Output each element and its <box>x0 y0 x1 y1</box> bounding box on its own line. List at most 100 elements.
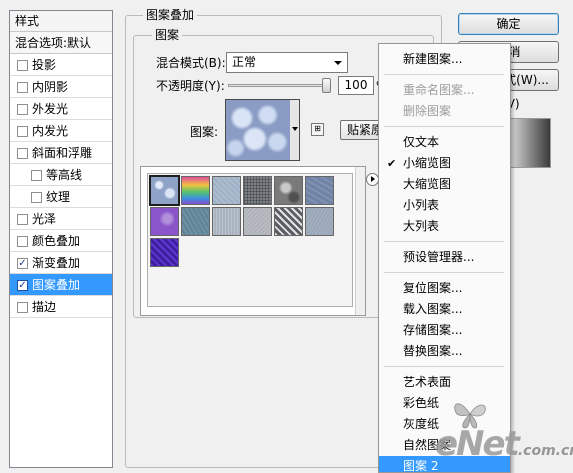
menu-separator <box>384 126 504 127</box>
style-item[interactable]: 投影 <box>10 54 112 76</box>
menu-item[interactable]: 小列表 <box>379 195 510 216</box>
watermark-small: .com.cn <box>517 443 573 459</box>
checkmark-icon: ✔ <box>387 157 397 170</box>
menu-separator <box>384 272 504 273</box>
style-item[interactable]: 纹理 <box>10 186 112 208</box>
pattern-dropdown-arrow[interactable] <box>290 99 300 161</box>
pattern-grid <box>147 173 353 307</box>
chevron-down-icon <box>334 61 342 65</box>
light-gray-texture-pattern[interactable] <box>212 207 241 236</box>
blue-bubbles-pattern[interactable] <box>149 175 180 206</box>
menu-item-label: 灰度纸 <box>403 417 440 431</box>
style-item-label: 颜色叠加 <box>32 234 81 248</box>
blue-gray-noise-pattern[interactable] <box>305 207 334 236</box>
purple-noise-pattern[interactable] <box>150 207 179 236</box>
menu-item-label: 替换图案... <box>403 344 463 358</box>
styles-header[interactable]: 样式 <box>10 11 112 32</box>
style-item-label: 光泽 <box>32 212 57 226</box>
menu-item: 重命名图案... <box>379 80 510 101</box>
teal-gray-pattern[interactable] <box>181 207 210 236</box>
blend-mode-select[interactable]: 正常 <box>226 52 348 73</box>
style-item[interactable]: ✓ 渐变叠加 <box>10 252 112 274</box>
style-item[interactable]: 斜面和浮雕 <box>10 142 112 164</box>
checkbox[interactable] <box>17 214 28 225</box>
style-item[interactable]: 内发光 <box>10 120 112 142</box>
style-preview-swatch <box>505 118 551 168</box>
menu-item[interactable]: 替换图案... <box>379 341 510 362</box>
style-item[interactable]: 描边 <box>10 296 112 318</box>
pattern-picker <box>140 166 366 316</box>
gray-stone-pattern[interactable] <box>274 176 303 205</box>
menu-item-label: 图案 2 <box>403 459 439 473</box>
watermark-big: eNet <box>435 424 520 464</box>
style-item-label: 内发光 <box>32 124 69 138</box>
picker-scrollbar[interactable] <box>355 167 365 315</box>
checkbox[interactable] <box>17 104 28 115</box>
pattern-preview[interactable] <box>225 99 291 161</box>
style-item-label: 纹理 <box>46 190 71 204</box>
checkbox[interactable]: ✓ <box>17 280 28 291</box>
blending-options-default[interactable]: 混合选项:默认 <box>10 32 112 54</box>
style-item[interactable]: 等高线 <box>10 164 112 186</box>
style-item[interactable]: 外发光 <box>10 98 112 120</box>
menu-item[interactable]: 仅文本 <box>379 132 510 153</box>
menu-item[interactable]: 预设管理器... <box>379 247 510 268</box>
style-item-label: 等高线 <box>46 168 83 182</box>
menu-item-label: 复位图案... <box>403 281 463 295</box>
checkbox[interactable] <box>17 82 28 93</box>
menu-separator <box>384 366 504 367</box>
menu-item-label: 彩色纸 <box>403 396 440 410</box>
menu-item[interactable]: 存储图案... <box>379 320 510 341</box>
checkbox[interactable] <box>17 236 28 247</box>
menu-item-label: 存储图案... <box>403 323 463 337</box>
menu-item[interactable]: 大缩览图 <box>379 174 510 195</box>
checkbox[interactable] <box>31 170 42 181</box>
menu-item[interactable]: 大列表 <box>379 216 510 237</box>
blue-gray-texture-pattern[interactable] <box>212 176 241 205</box>
menu-item: 删除图案 <box>379 101 510 122</box>
style-item-label: 渐变叠加 <box>32 256 81 270</box>
ok-button[interactable]: 确定 <box>458 13 559 35</box>
menu-item[interactable]: ✔ 小缩览图 <box>379 153 510 174</box>
new-preset-icon[interactable]: ⊞ <box>311 123 324 136</box>
menu-item-label: 载入图案... <box>403 302 463 316</box>
checkbox[interactable] <box>31 192 42 203</box>
opacity-input[interactable]: 100 <box>338 76 374 95</box>
slate-blue-pattern[interactable] <box>305 176 334 205</box>
menu-item[interactable]: 复位图案... <box>379 278 510 299</box>
checkbox[interactable] <box>17 148 28 159</box>
enet-watermark: eNet.com.cn <box>435 424 573 464</box>
menu-separator <box>384 241 504 242</box>
silver-grain-pattern[interactable] <box>243 207 272 236</box>
menu-item[interactable]: 彩色纸 <box>379 393 510 414</box>
menu-item-label: 删除图案 <box>403 104 452 118</box>
diagonal-stripe-pattern[interactable] <box>274 207 303 236</box>
menu-item[interactable]: 载入图案... <box>379 299 510 320</box>
menu-item-label: 艺术表面 <box>403 375 452 389</box>
checkbox[interactable] <box>17 302 28 313</box>
menu-item-label: 仅文本 <box>403 135 440 149</box>
style-item-label: 图案叠加 <box>32 278 81 292</box>
pattern-picker-menu: 新建图案... 重命名图案... 删除图案仅文本 ✔ 小缩览图 大缩览图小列表大列表预设管… <box>378 43 511 473</box>
menu-item[interactable]: 新建图案... <box>379 49 510 70</box>
menu-item[interactable]: 艺术表面 <box>379 372 510 393</box>
blend-mode-value: 正常 <box>232 55 257 69</box>
style-item[interactable]: 颜色叠加 <box>10 230 112 252</box>
style-item-label: 投影 <box>32 58 57 72</box>
menu-item-label: 预设管理器... <box>403 250 475 264</box>
checkbox[interactable] <box>17 60 28 71</box>
opacity-slider-track[interactable] <box>228 84 331 87</box>
style-item[interactable]: 内阴影 <box>10 76 112 98</box>
dark-mesh-pattern[interactable] <box>243 176 272 205</box>
opacity-slider-thumb[interactable] <box>322 78 331 93</box>
pattern-label: 图案: <box>190 125 219 139</box>
menu-item-label: 小列表 <box>403 198 440 212</box>
checkbox[interactable] <box>17 126 28 137</box>
rainbow-gradient-pattern[interactable] <box>181 176 210 205</box>
deep-blue-purple-pattern[interactable] <box>150 238 179 267</box>
style-item[interactable]: 光泽 <box>10 208 112 230</box>
pattern-overlay-title: 图案叠加 <box>143 8 198 22</box>
checkbox[interactable]: ✓ <box>17 258 28 269</box>
style-item[interactable]: ✓ 图案叠加 <box>10 274 112 296</box>
menu-item-label: 新建图案... <box>403 52 463 66</box>
